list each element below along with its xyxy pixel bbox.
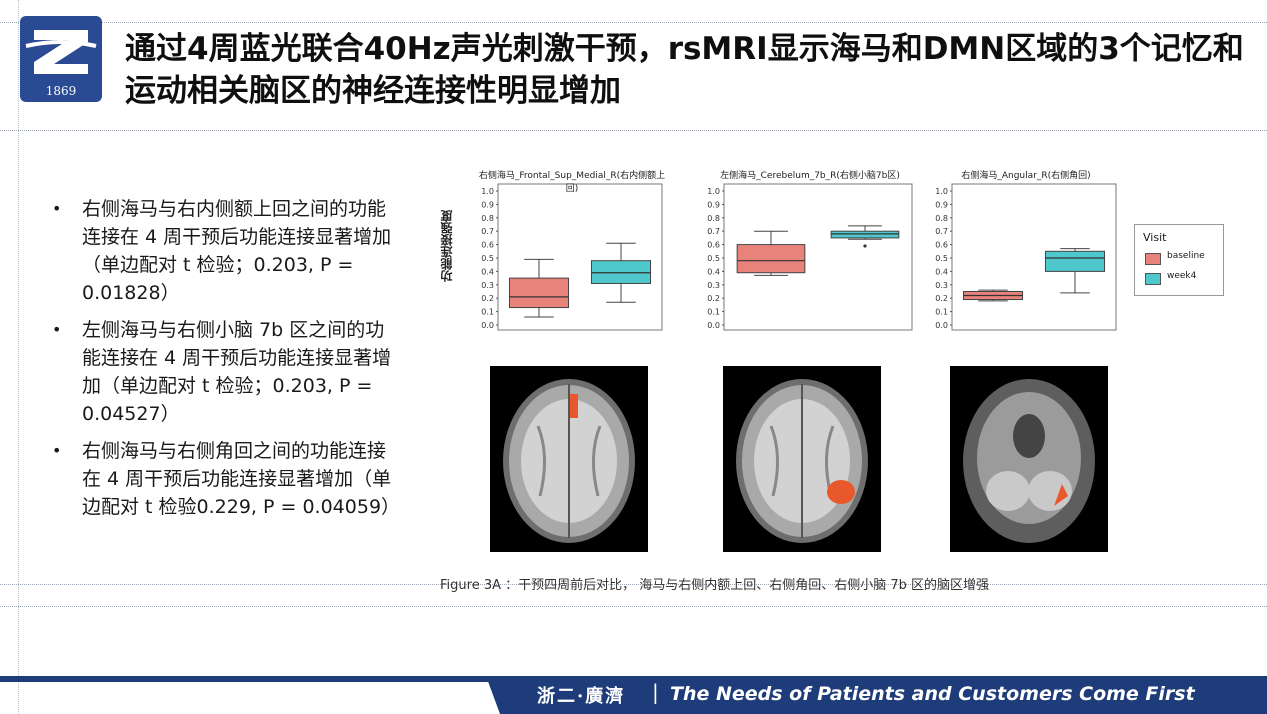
chart-legend: Visit baseline week4 [1134,224,1224,296]
guide-line [0,606,1267,607]
footer-separator: | [652,680,659,704]
bullet-dot: • [52,320,62,339]
outlier-point [863,244,867,248]
box-week4 [590,260,652,284]
legend-label: baseline [1167,251,1205,261]
y-tick-label: 0.3 [935,281,948,290]
y-tick-label: 0.8 [707,214,720,223]
guide-line [0,130,1267,131]
y-tick-label: 0.1 [707,308,720,317]
y-tick-label: 0.4 [481,267,494,276]
figure-caption: Figure 3A ：干预四周前后对比， 海马与右侧内额上回、右侧角回、右侧小脑… [440,578,990,593]
bullet-dot: • [52,441,62,460]
y-tick-label: 0.5 [481,254,494,263]
y-tick-label: 0.0 [707,321,720,330]
footer-chinese-name: 浙二·廣濟 [537,686,626,707]
y-tick-label: 1.0 [935,187,948,196]
box-baseline [736,244,806,274]
box-baseline [508,277,570,309]
chart-title: 右侧海马_Angular_R(右侧角回) [961,171,1091,181]
boxplot-svg: 0.0 0.1 0.2 0.3 0.4 0.5 0.6 0.7 0.8 0.9 1.0 [707,183,913,331]
bullet-text: 右侧海马与右内侧额上回之间的功能连接在 4 周干预后功能连接显著增加（单边配对 … [82,198,392,304]
brain-mri-axial-cerebellum [950,366,1108,552]
y-tick-label: 1.0 [707,187,720,196]
hospital-logo: 1869 [20,16,102,102]
y-tick-label: 0.2 [935,294,948,303]
y-tick-label: 0.5 [707,254,720,263]
plot-frame [497,183,663,331]
y-tick-label: 0.4 [707,267,720,276]
bullet-dot: • [52,199,62,218]
y-tick-label: 0.9 [707,200,720,209]
logo-year: 1869 [45,84,77,98]
y-tick-label: 0.6 [935,241,948,250]
footer-banner: 浙二·廣濟 | The Needs of Patients and Custom… [0,676,1267,714]
y-tick-label: 0.9 [935,200,948,209]
brain-mri-axial-angular [723,366,881,552]
legend-swatch-baseline [1145,253,1161,265]
chart-title: 右侧海马_Frontal_Sup_Medial_R(右内侧额上回) [478,171,666,194]
y-axis-label: 功能连接强度 [440,210,454,282]
chart-title: 左侧海马_Cerebelum_7b_R(右侧小脑7b区) [720,171,900,181]
legend-title: Visit [1143,231,1167,244]
guide-line [0,22,1267,23]
list-item: • 右侧海马与右内侧额上回之间的功能连接在 4 周干预后功能连接显著增加（单边配对… [52,195,392,307]
y-tick-label: 0.8 [481,214,494,223]
y-tick-label: 0.7 [481,227,494,236]
list-item: • 左侧海马与右侧小脑 7b 区之间的功能连接在 4 周干预后功能连接显著增加（单… [52,316,392,428]
footer-slogan: The Needs of Patients and Customers Come… [670,683,1195,705]
slide-title: 通过4周蓝光联合40Hz声光刺激干预，rsMRI显示海马和DMN区域的3个记忆和… [125,31,1244,109]
box-week4 [830,230,900,239]
boxplot-svg: 0.0 0.1 0.2 0.3 0.4 0.5 0.6 0.7 0.8 0.9 1.0 [935,183,1117,331]
y-tick-label: 0.7 [935,227,948,236]
y-tick-label: 0.3 [481,281,494,290]
y-tick-label: 0.3 [707,281,720,290]
legend-swatch-week4 [1145,273,1161,285]
y-tick-label: 0.1 [935,308,948,317]
y-tick-label: 0.7 [707,227,720,236]
list-item: • 右侧海马与右侧角回之间的功能连接在 4 周干预后功能连接显著增加（单边配对 t… [52,437,400,521]
boxplot-frontal-sup-medial: 右侧海马_Frontal_Sup_Medial_R(右内侧额上回) 0.0 0.1… [474,168,670,342]
y-tick-label: 0.2 [481,294,494,303]
bullet-text: 右侧海马与右侧角回之间的功能连接在 4 周干预后功能连接显著增加（单边配对 t … [82,440,401,518]
boxplot-cerebelum-7b: 左侧海马_Cerebelum_7b_R(右侧小脑7b区) 0.0 0.1 0.2 0.… [700,168,920,342]
y-tick-label: 0.8 [935,214,948,223]
guide-line [18,0,19,714]
footer-accent [486,676,500,714]
legend-label: week4 [1167,271,1197,281]
boxplot-angular: 右侧海马_Angular_R(右侧角回) 0.0 0.1 0.2 0.3 0.4 0.5 0… [928,168,1124,342]
boxplot-svg: 0.00.10.20.30.40.50.60.70.80.91.0 [481,183,663,331]
bullet-list: • 右侧海马与右内侧额上回之间的功能连接在 4 周干预后功能连接显著增加（单边配对… [52,195,400,530]
box-week4 [1044,250,1106,272]
y-tick-label: 0.0 [935,321,948,330]
y-tick-label: 0.6 [707,241,720,250]
y-tick-label: 0.6 [481,241,494,250]
brain-mri-axial-frontal [490,366,648,552]
y-tick-label: 0.1 [481,308,494,317]
y-tick-label: 0.9 [481,200,494,209]
y-tick-label: 0.5 [935,254,948,263]
bullet-text: 左侧海马与右侧小脑 7b 区之间的功能连接在 4 周干预后功能连接显著增加（单边… [82,319,392,425]
y-tick-label: 0.4 [935,267,948,276]
y-tick-label: 0.2 [707,294,720,303]
y-tick-label: 0.0 [481,321,494,330]
